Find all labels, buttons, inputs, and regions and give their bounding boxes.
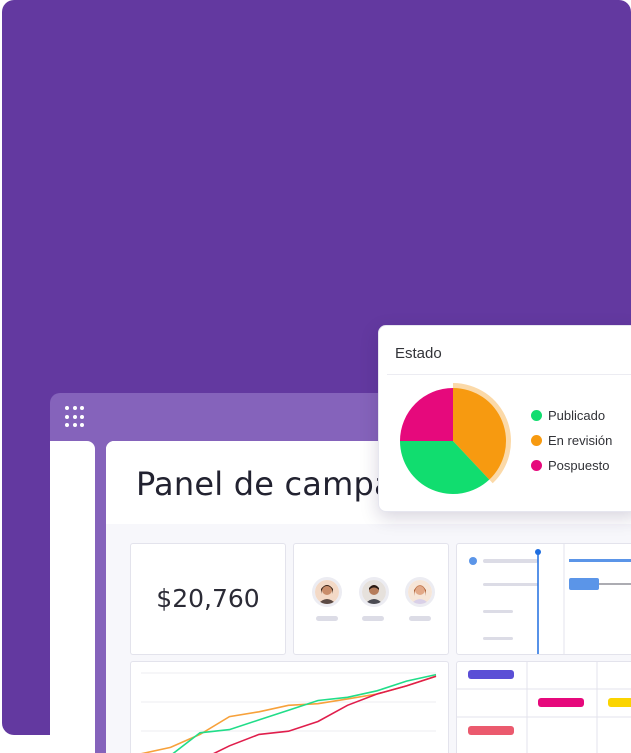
app-grid-icon[interactable] <box>65 406 87 428</box>
page-title: Panel de campa <box>136 465 394 503</box>
avatar[interactable] <box>312 577 342 607</box>
team-card[interactable] <box>293 543 449 655</box>
legend-label: Publicado <box>548 407 606 423</box>
avatar[interactable] <box>359 577 389 607</box>
name-placeholder <box>362 616 384 621</box>
widget-divider <box>387 374 631 375</box>
legend-dot <box>531 409 542 421</box>
board-card[interactable] <box>456 661 631 753</box>
grid-dot <box>80 406 84 410</box>
name-placeholder <box>409 616 431 621</box>
status-pill <box>608 698 631 707</box>
grid-dot <box>80 414 84 419</box>
pie-slice-pospuesto <box>400 388 453 441</box>
today-marker <box>535 549 541 555</box>
legend-dot <box>531 434 542 446</box>
grid-dot <box>72 406 77 410</box>
revenue-card[interactable]: $20,760 <box>130 543 286 655</box>
line-series-1 <box>140 675 437 753</box>
gantt-bar <box>569 559 631 562</box>
timeline-row-placeholder <box>483 583 538 586</box>
widget-title: Estado <box>395 345 442 362</box>
timeline-graphic <box>469 544 631 654</box>
status-pill <box>468 726 514 735</box>
timeline-row-placeholder <box>483 610 513 613</box>
person-icon <box>362 580 386 604</box>
legend-dot <box>531 459 542 471</box>
status-pill <box>538 698 584 707</box>
avatar[interactable] <box>405 577 435 607</box>
timeline-marker <box>469 557 477 565</box>
grid-dot <box>65 414 69 419</box>
grid-dot <box>65 423 69 427</box>
legend-label: Pospuesto <box>548 457 610 473</box>
legend-item-en-revision: En revisión <box>531 432 612 448</box>
legend-label: En revisión <box>548 432 613 448</box>
grid-dot <box>80 423 84 427</box>
board-graphic <box>457 662 631 753</box>
left-sidebar <box>50 441 95 753</box>
status-pill <box>468 670 514 679</box>
trend-chart-card[interactable] <box>130 661 449 753</box>
gantt-bar <box>569 578 599 590</box>
trend-line-chart <box>140 672 437 753</box>
legend-item-pospuesto: Pospuesto <box>531 457 609 473</box>
person-icon <box>408 580 432 604</box>
status-pie-chart <box>400 383 511 494</box>
grid-dot <box>65 406 69 410</box>
timeline-row-placeholder <box>483 559 538 563</box>
timeline-row-placeholder <box>483 637 513 640</box>
legend-item-publicado: Publicado <box>531 407 605 423</box>
timeline-card[interactable] <box>456 543 631 655</box>
grid-dot <box>72 423 77 427</box>
person-icon <box>315 580 339 604</box>
name-placeholder <box>316 616 338 621</box>
grid-dot <box>72 414 77 419</box>
status-chart-widget[interactable]: Estado Publicado En revisión Pospuesto <box>378 325 631 512</box>
revenue-value: $20,760 <box>156 584 260 613</box>
